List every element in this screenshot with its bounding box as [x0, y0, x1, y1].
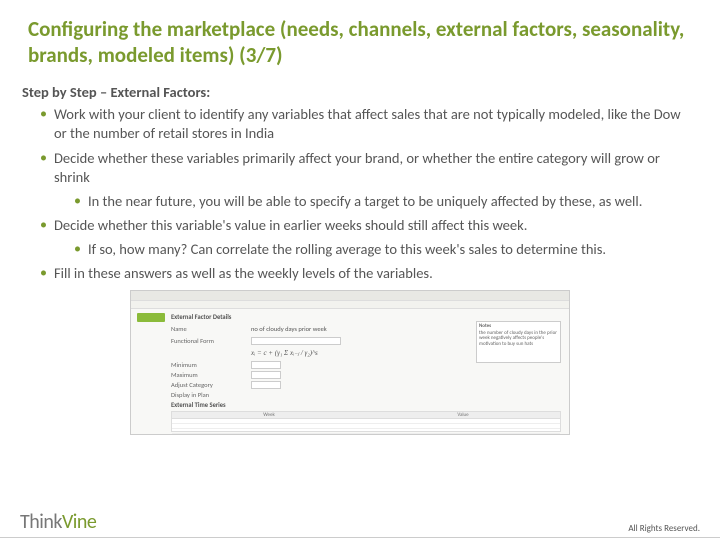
action-button	[137, 313, 165, 322]
bullet-list: Work with your client to identify any va…	[0, 105, 720, 285]
logo-vine: Vine	[62, 510, 96, 534]
bullet-text: Decide whether this variable's value in …	[54, 216, 527, 234]
bullet-text: Decide whether these variables primarily…	[54, 149, 660, 187]
value-maximum	[251, 371, 449, 381]
form-row-name: Name no of cloudy days prior week	[171, 325, 449, 335]
ts-header-value: Value	[366, 412, 560, 418]
notes-text: the number of cloudy days in the prior w…	[479, 331, 558, 348]
form-row-minimum: Minimum	[171, 361, 449, 371]
label-maximum: Maximum	[171, 371, 251, 381]
slide-title: Configuring the marketplace (needs, chan…	[0, 0, 720, 75]
value-name: no of cloudy days prior week	[251, 325, 449, 335]
sub-bullet-item: In the near future, you will be able to …	[74, 192, 692, 212]
form-row-adjust: Adjust Category	[171, 381, 449, 391]
logo: ThinkVine	[20, 510, 96, 534]
form-row-functional: Functional Form	[171, 337, 449, 347]
embedded-screenshot: External Factor Details Name no of cloud…	[130, 290, 570, 435]
sub-bullet-item: If so, how many? Can correlate the rolli…	[74, 240, 692, 260]
label-minimum: Minimum	[171, 361, 251, 371]
label-display: Display in Plan	[171, 391, 251, 401]
panel-title: External Factor Details	[171, 313, 231, 321]
label-adjust: Adjust Category	[171, 381, 251, 391]
value-functional	[251, 337, 449, 347]
browser-chrome	[131, 291, 569, 301]
logo-think: Think	[20, 510, 62, 534]
value-adjust	[251, 381, 449, 391]
app-tabs	[131, 301, 569, 309]
bullet-item: Decide whether these variables primarily…	[40, 149, 692, 212]
form-row-maximum: Maximum	[171, 371, 449, 381]
label-functional: Functional Form	[171, 337, 251, 347]
footer-separator	[0, 537, 720, 538]
timeseries-grid: Week Value	[171, 411, 561, 432]
value-minimum	[251, 361, 449, 371]
equation: xᵢ = c + (γ₁ Σ xᵢ₋ⱼ / γ₂)^s	[251, 349, 449, 359]
label-name: Name	[171, 325, 251, 335]
form-row-equation: xᵢ = c + (γ₁ Σ xᵢ₋ⱼ / γ₂)^s	[171, 349, 449, 359]
notes-box: Notes the number of cloudy days in the p…	[476, 321, 561, 363]
ts-header-week: Week	[172, 412, 366, 418]
bullet-item: Fill in these answers as well as the wee…	[40, 264, 692, 284]
rights-text: All Rights Reserved.	[628, 523, 700, 534]
notes-label: Notes	[479, 324, 558, 330]
form-row-display: Display in Plan	[171, 391, 449, 401]
timeseries-title: External Time Series	[171, 401, 226, 409]
bullet-item: Decide whether this variable's value in …	[40, 216, 692, 259]
step-subhead: Step by Step – External Factors:	[0, 75, 720, 105]
bullet-item: Work with your client to identify any va…	[40, 105, 692, 144]
slide-footer: ThinkVine All Rights Reserved.	[0, 508, 720, 540]
